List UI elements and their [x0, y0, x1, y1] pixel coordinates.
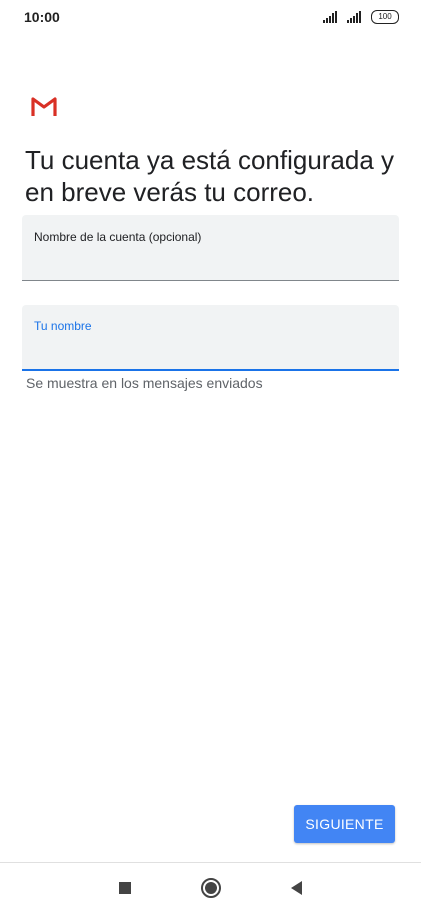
- recent-apps-square-icon[interactable]: [119, 882, 131, 894]
- battery-icon: 100: [371, 10, 399, 24]
- account-name-input[interactable]: [34, 255, 384, 272]
- account-setup-screen: 10:00 100 Tu cuenta ya está configurada …: [0, 0, 421, 914]
- status-time: 10:00: [24, 9, 60, 25]
- your-name-helper-text: Se muestra en los mensajes enviados: [26, 375, 263, 391]
- next-button[interactable]: SIGUIENTE: [294, 805, 395, 843]
- status-icons: 100: [323, 10, 399, 24]
- page-title: Tu cuenta ya está configurada y en breve…: [25, 145, 395, 207]
- gmail-logo-icon: [31, 97, 57, 116]
- your-name-field[interactable]: Tu nombre: [22, 305, 399, 371]
- back-triangle-icon[interactable]: [291, 881, 302, 895]
- your-name-label: Tu nombre: [34, 319, 92, 333]
- account-name-label: Nombre de la cuenta (opcional): [34, 230, 202, 244]
- signal-1-icon: [323, 11, 337, 23]
- home-circle-icon[interactable]: [201, 878, 221, 898]
- your-name-input[interactable]: [34, 344, 384, 361]
- account-name-field[interactable]: Nombre de la cuenta (opcional): [22, 215, 399, 281]
- signal-2-icon: [347, 11, 361, 23]
- status-bar: 10:00 100: [0, 0, 421, 36]
- navigation-bar: [0, 863, 421, 914]
